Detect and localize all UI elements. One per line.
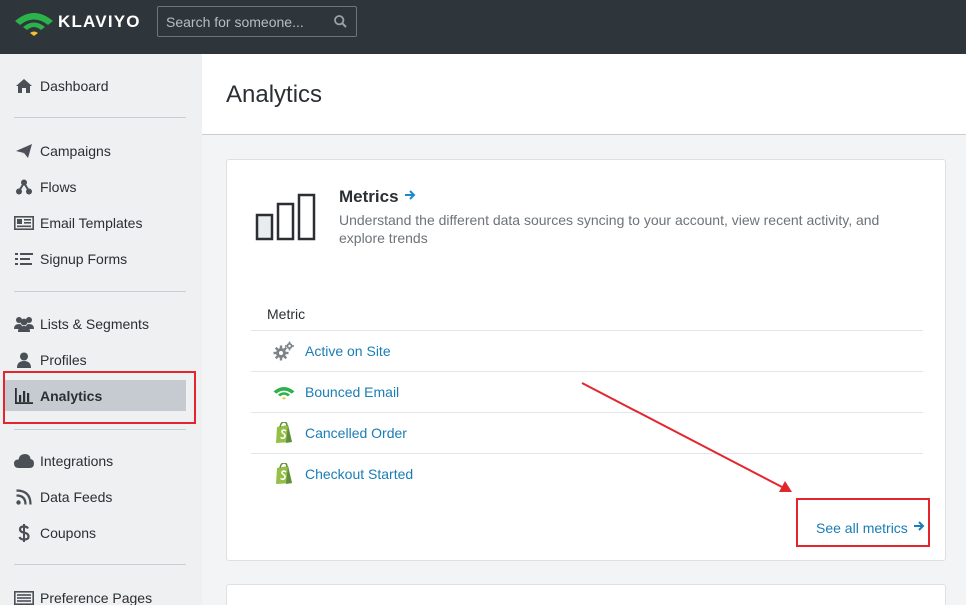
analytics-highlight-box	[3, 371, 196, 424]
sidebar-item-dashboard[interactable]: Dashboard	[4, 70, 186, 101]
metrics-bar-chart-icon	[255, 193, 316, 241]
sidebar-item-data-feeds[interactable]: Data Feeds	[4, 481, 186, 512]
sidebar-item-label: Profiles	[40, 351, 87, 368]
sidebar-item-label: Lists & Segments	[40, 315, 149, 332]
metric-link-active-on-site[interactable]: Active on Site	[305, 343, 391, 359]
sidebar-divider	[14, 117, 186, 118]
metrics-description: Understand the different data sources sy…	[339, 212, 880, 246]
sidebar-item-integrations[interactable]: Integrations	[4, 445, 186, 476]
search-input[interactable]	[158, 7, 328, 36]
page-title: Analytics	[226, 81, 323, 108]
home-icon	[14, 77, 34, 95]
list-form-icon	[14, 250, 34, 268]
table-row[interactable]: Bounced Email	[251, 371, 923, 412]
sidebar-item-label: Integrations	[40, 452, 114, 469]
metric-link-bounced-email[interactable]: Bounced Email	[305, 384, 399, 400]
sidebar-item-label: Coupons	[40, 524, 97, 541]
see-all-highlight-box	[796, 498, 930, 547]
dollar-icon	[14, 523, 34, 542]
search-icon[interactable]	[334, 15, 347, 28]
users-icon	[14, 315, 34, 333]
sidebar-item-label: Flows	[40, 178, 77, 195]
klaviyo-icon	[273, 381, 295, 403]
table-row[interactable]: Active on Site	[251, 330, 923, 371]
arrow-right-icon	[404, 188, 416, 206]
sidebar-item-label: Data Feeds	[40, 488, 113, 505]
sidebar-item-signup-forms[interactable]: Signup Forms	[4, 243, 186, 274]
metric-link-cancelled-order[interactable]: Cancelled Order	[305, 425, 407, 441]
metric-link-checkout-started[interactable]: Checkout Started	[305, 466, 413, 482]
sidebar-item-lists-segments[interactable]: Lists & Segments	[4, 308, 186, 339]
klaviyo-logo[interactable]: KLAVIYO	[14, 7, 141, 37]
brand-name: KLAVIYO	[58, 12, 141, 31]
metrics-title-link[interactable]: Metrics	[339, 187, 416, 207]
sidebar-item-coupons[interactable]: Coupons	[4, 517, 186, 548]
metrics-title: Metrics	[339, 187, 399, 206]
sidebar-item-label: Campaigns	[40, 142, 111, 159]
gears-icon	[273, 340, 295, 362]
next-card	[226, 584, 946, 605]
metric-column-header: Metric	[267, 306, 306, 322]
table-row[interactable]: Cancelled Order	[251, 412, 923, 453]
paper-plane-icon	[14, 142, 34, 160]
rss-icon	[14, 488, 34, 506]
sidebar-divider	[14, 564, 186, 565]
sidebar-item-email-templates[interactable]: Email Templates	[4, 207, 186, 238]
sidebar-item-preference-pages[interactable]: Preference Pages	[4, 582, 186, 605]
sidebar-item-label: Preference Pages	[40, 589, 153, 605]
page-header: Analytics	[202, 54, 966, 135]
preference-page-icon	[14, 589, 34, 605]
shopify-icon	[273, 463, 295, 485]
flows-icon	[14, 178, 34, 196]
shopify-icon	[273, 422, 295, 444]
sidebar-item-label: Signup Forms	[40, 250, 128, 267]
sidebar-divider	[14, 291, 186, 292]
cloud-icon	[14, 452, 34, 470]
top-bar: KLAVIYO	[0, 0, 966, 54]
sidebar: Dashboard Campaigns Flows Email Template…	[0, 54, 202, 605]
klaviyo-wifi-icon	[15, 13, 53, 36]
email-template-icon	[14, 214, 34, 232]
sidebar-item-label: Email Templates	[40, 214, 143, 231]
user-icon	[14, 351, 34, 369]
sidebar-divider	[14, 429, 186, 430]
sidebar-item-flows[interactable]: Flows	[4, 171, 186, 202]
table-row[interactable]: Checkout Started	[251, 453, 923, 494]
search-box[interactable]	[157, 6, 357, 37]
sidebar-item-campaigns[interactable]: Campaigns	[4, 135, 186, 166]
sidebar-item-label: Dashboard	[40, 77, 109, 94]
